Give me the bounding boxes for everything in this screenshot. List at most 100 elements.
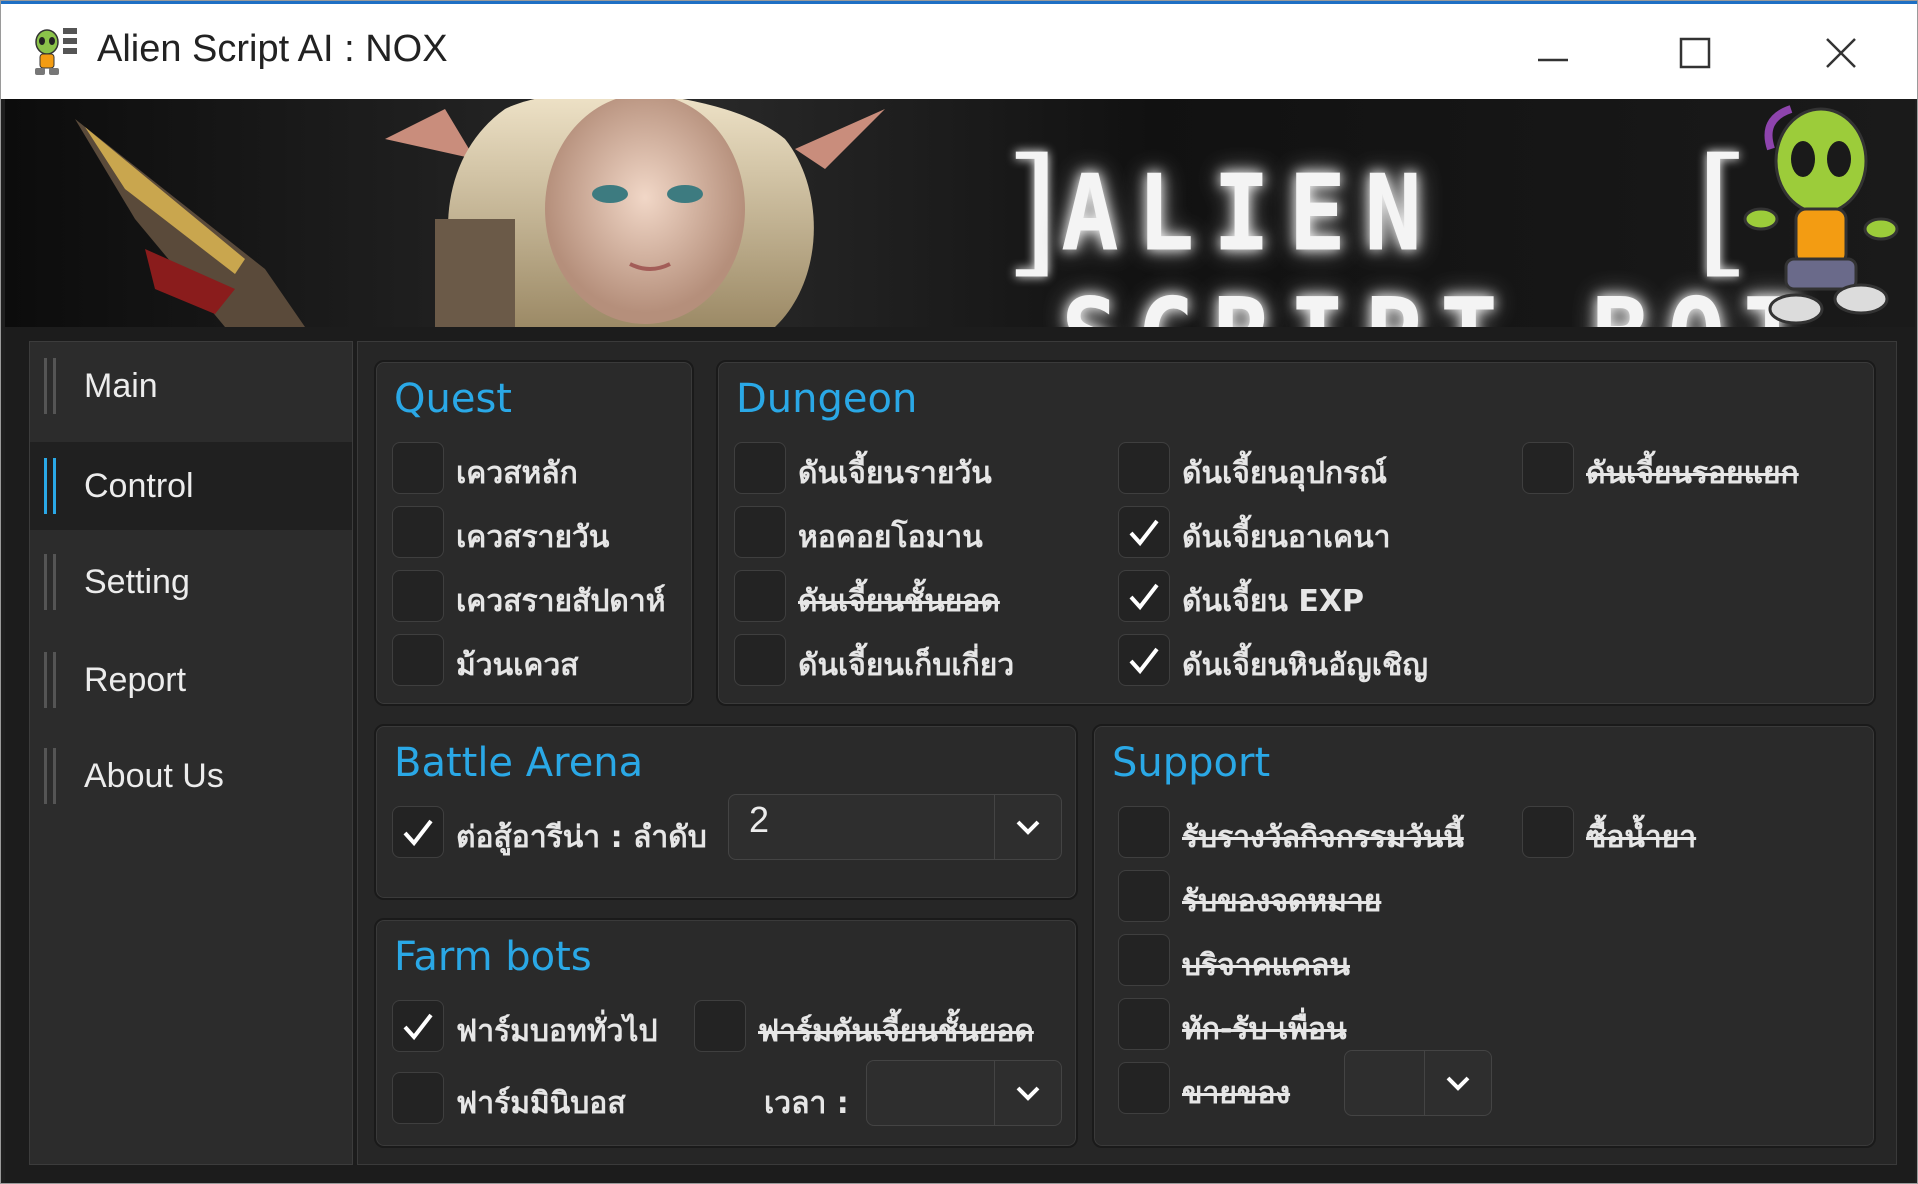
dungeon-label: ดันเจี้ยนรอยแยก	[1586, 456, 1799, 491]
sidebar-item-label: Control	[84, 466, 194, 505]
dungeon-checkbox[interactable]	[1522, 442, 1574, 494]
sell-select[interactable]	[1344, 1050, 1492, 1116]
quest-checkbox[interactable]	[392, 634, 444, 686]
dungeon-label: ดันเจี้ยนอาเคนา	[1182, 520, 1391, 555]
support-group: Support รับรางวัลกิจกรรมวันนี้ ซื้อน้ำยา…	[1092, 724, 1876, 1148]
minimize-button[interactable]	[1515, 18, 1591, 88]
farm-checkbox[interactable]	[694, 1000, 746, 1052]
dungeon-checkbox[interactable]	[734, 506, 786, 558]
quest-group-title: Quest	[394, 376, 512, 422]
quest-label: เควสรายสัปดาห์	[456, 584, 666, 619]
sidebar-item-label: Main	[84, 366, 158, 405]
support-checkbox[interactable]	[1118, 1062, 1170, 1114]
alien-mascot-icon	[1743, 105, 1899, 325]
farm-bots-title: Farm bots	[394, 934, 592, 980]
battle-arena-group: Battle Arena ต่อสู้อารีน่า : ลำดับ 2	[374, 724, 1078, 900]
nav-indicator-icon	[44, 652, 56, 708]
dungeon-checkbox[interactable]	[1118, 570, 1170, 622]
quest-label: เควสรายวัน	[456, 520, 610, 555]
sidebar-item-about-us[interactable]: About Us	[30, 732, 352, 820]
maximize-button[interactable]	[1657, 18, 1733, 88]
dungeon-label: ดันเจี้ยนรายวัน	[798, 456, 992, 491]
dungeon-label: ดันเจี้ยนหินอัญเชิญ	[1182, 648, 1428, 683]
farm-time-label: เวลา :	[764, 1086, 849, 1121]
chevron-down-icon	[1016, 820, 1040, 835]
support-label: บริจาคแคลน	[1182, 948, 1350, 983]
nav-indicator-icon	[44, 748, 56, 804]
arena-rank-value: 2	[749, 799, 770, 840]
checkmark-icon	[1129, 647, 1159, 675]
chevron-down-icon	[1446, 1076, 1470, 1091]
support-checkbox[interactable]	[1118, 806, 1170, 858]
sidebar-item-label: About Us	[84, 756, 224, 795]
arena-label: ต่อสู้อารีน่า : ลำดับ	[456, 820, 707, 855]
farm-time-select[interactable]	[866, 1060, 1062, 1126]
maximize-icon	[1679, 37, 1711, 69]
quest-checkbox[interactable]	[392, 570, 444, 622]
banner: ] ALIEN SCRIPT BOT [	[5, 99, 1915, 327]
sidebar-item-main[interactable]: Main	[30, 342, 352, 430]
farm-checkbox[interactable]	[392, 1072, 444, 1124]
dungeon-group-title: Dungeon	[736, 376, 918, 422]
quest-group: Quest เควสหลัก เควสรายวัน เควสรายสัปดาห์…	[374, 360, 694, 706]
dungeon-checkbox[interactable]	[734, 442, 786, 494]
nav-indicator-icon	[44, 554, 56, 610]
dropdown-arrow	[994, 1061, 1061, 1125]
support-label: รับของจดหมาย	[1182, 884, 1382, 919]
checkmark-icon	[403, 819, 433, 847]
farm-label: ฟาร์มดันเจี้ยนชั้นยอด	[758, 1014, 1034, 1049]
sidebar-item-setting[interactable]: Setting	[30, 538, 352, 626]
quest-checkbox[interactable]	[392, 506, 444, 558]
dungeon-label: ดันเจี้ยนชั้นยอด	[798, 584, 1000, 619]
farm-label: ฟาร์มมินิบอส	[456, 1086, 626, 1121]
dungeon-label: ดันเจี้ยนเก็บเกี่ยว	[798, 648, 1015, 683]
dungeon-label: ดันเจี้ยนอุปกรณ์	[1182, 456, 1388, 491]
sidebar-item-control[interactable]: Control	[30, 442, 352, 530]
sidebar-item-label: Report	[84, 660, 187, 699]
nav-indicator-icon	[44, 458, 56, 514]
farm-checkbox[interactable]	[392, 1000, 444, 1052]
support-label: ขายของ	[1182, 1076, 1291, 1111]
close-button[interactable]	[1803, 18, 1879, 88]
dungeon-checkbox[interactable]	[1118, 442, 1170, 494]
support-label: รับรางวัลกิจกรรมวันนี้	[1182, 820, 1464, 855]
support-label: ซื้อน้ำยา	[1586, 820, 1697, 855]
title-bar: Alien Script AI : NOX	[1, 1, 1917, 99]
alien-logo-icon	[35, 28, 77, 75]
dungeon-checkbox[interactable]	[1118, 506, 1170, 558]
quest-checkbox[interactable]	[392, 442, 444, 494]
battle-arena-title: Battle Arena	[394, 740, 644, 786]
chevron-down-icon	[1016, 1086, 1040, 1101]
support-checkbox[interactable]	[1118, 998, 1170, 1050]
dungeon-checkbox[interactable]	[734, 634, 786, 686]
support-checkbox[interactable]	[1118, 934, 1170, 986]
sidebar-item-label: Setting	[84, 562, 190, 601]
window-title: Alien Script AI : NOX	[97, 28, 448, 70]
support-checkbox[interactable]	[1522, 806, 1574, 858]
farm-label: ฟาร์มบอททั่วไป	[456, 1014, 658, 1049]
close-icon	[1826, 38, 1856, 68]
app-window: Alien Script AI : NOX] ALIEN [Main Con…	[0, 0, 1918, 1184]
quest-label: ม้วนเควส	[456, 648, 579, 683]
dungeon-checkbox[interactable]	[1118, 634, 1170, 686]
checkmark-icon	[1129, 583, 1159, 611]
support-label: ทัก-รับ เพื่อน	[1182, 1012, 1347, 1047]
banner-bracket-left: ]	[1005, 129, 1060, 292]
nav-indicator-icon	[44, 358, 56, 414]
arena-rank-select[interactable]: 2	[728, 794, 1062, 860]
sidebar-item-report[interactable]: Report	[30, 636, 352, 724]
dungeon-label: หอคอยโอมาน	[798, 520, 983, 555]
minimize-icon	[1538, 58, 1568, 62]
farm-bots-group: Farm bots ฟาร์มบอททั่วไป ฟาร์มดันเจี้ยนช…	[374, 918, 1078, 1148]
support-title: Support	[1112, 740, 1271, 786]
arena-checkbox[interactable]	[392, 806, 444, 858]
dropdown-arrow	[1424, 1051, 1491, 1115]
checkmark-icon	[403, 1013, 433, 1041]
quest-label: เควสหลัก	[456, 456, 578, 491]
banner-artwork	[75, 99, 885, 327]
dungeon-group: Dungeon ดันเจี้ยนรายวัน หอคอยโอมาน ดันเจ…	[716, 360, 1876, 706]
checkmark-icon	[1129, 519, 1159, 547]
dungeon-checkbox[interactable]	[734, 570, 786, 622]
control-panel: Quest เควสหลัก เควสรายวัน เควสรายสัปดาห์…	[357, 341, 1897, 1165]
support-checkbox[interactable]	[1118, 870, 1170, 922]
